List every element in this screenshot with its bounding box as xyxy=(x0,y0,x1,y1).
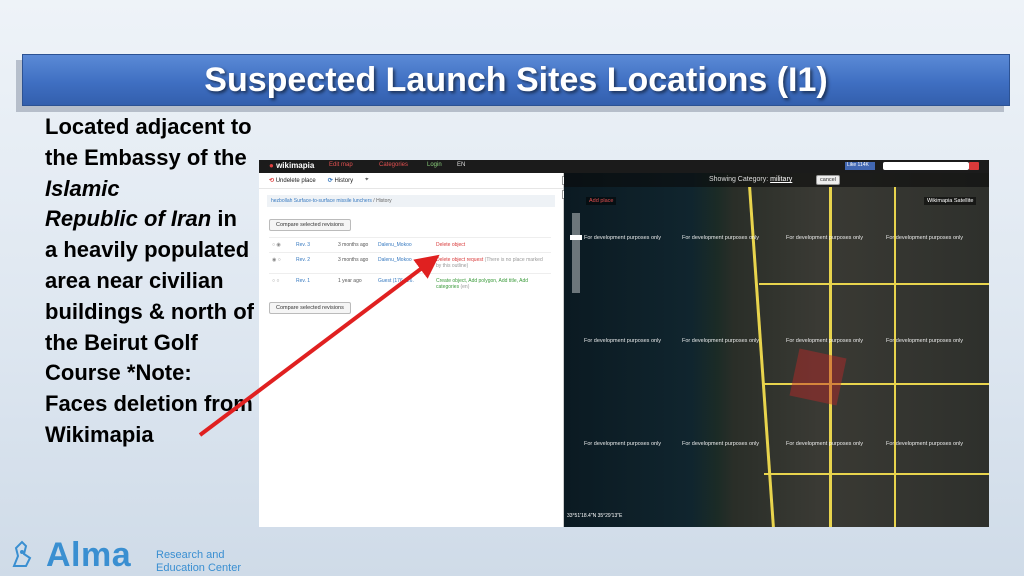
zoom-slider-handle[interactable] xyxy=(570,235,582,240)
revision-user[interactable]: Guest (176.126. xyxy=(375,273,433,294)
revision-action: Delete object xyxy=(436,242,466,248)
alma-logo: Alma Research and Education Center xyxy=(6,536,266,574)
table-row: ◉ ○ Rev. 2 3 months ago Dalenu_Mokoo Del… xyxy=(269,252,551,274)
revision-radio[interactable]: ◉ ○ xyxy=(269,252,293,274)
alma-wordmark: Alma xyxy=(46,536,132,574)
revision-link[interactable]: Rev. 3 xyxy=(293,237,335,253)
wikimapia-logo[interactable]: ● wikimapia xyxy=(269,161,314,170)
menu-edit-map[interactable]: Edit map xyxy=(329,162,353,168)
revision-radio[interactable]: ○ ◉ xyxy=(269,237,293,253)
map-road xyxy=(759,283,989,285)
menu-language[interactable]: EN xyxy=(457,162,465,168)
dev-watermark: For development purposes only xyxy=(886,441,964,447)
dev-watermark: For development purposes only xyxy=(886,338,964,344)
table-row: ○ ◉ Rev. 3 3 months ago Dalenu_Mokoo Del… xyxy=(269,237,551,253)
breadcrumb: hezbollah Surface-to-surface missile lun… xyxy=(267,195,555,207)
alma-map-icon xyxy=(12,540,32,567)
search-input[interactable] xyxy=(883,162,969,170)
undelete-place-link[interactable]: ⟲ Undelete place xyxy=(269,177,316,184)
dev-watermark: For development purposes only xyxy=(584,338,662,344)
revision-age: 3 months ago xyxy=(335,237,375,253)
cancel-category-button[interactable]: cancel xyxy=(816,175,840,185)
revision-link[interactable]: Rev. 1 xyxy=(293,273,335,294)
description-part-a: Located adjacent to the Embassy of the xyxy=(45,114,252,170)
add-place-button[interactable]: Add place xyxy=(586,197,617,205)
menu-categories[interactable]: Categories xyxy=(379,162,408,168)
menu-login[interactable]: Login xyxy=(427,162,442,168)
revision-age: 3 months ago xyxy=(335,252,375,274)
dev-watermark: For development purposes only xyxy=(786,338,864,344)
history-panel-header: ⟲ Undelete place ⟳ History ⌖ xyxy=(259,173,563,189)
map-coordinates: 33°51'18.4"N 35°29'13"E xyxy=(567,513,623,519)
alma-subtitle: Research and Education Center xyxy=(156,549,241,574)
dev-watermark: For development purposes only xyxy=(682,441,760,447)
dev-watermark: For development purposes only xyxy=(786,441,864,447)
category-filter-text: Showing Category: military xyxy=(709,176,793,183)
revision-action: Create object, Add polygon, Add title, A… xyxy=(436,278,529,290)
revision-radio[interactable]: ○ ○ xyxy=(269,273,293,294)
slide-description: Located adjacent to the Embassy of the I… xyxy=(45,112,255,451)
description-italic-1: Islamic xyxy=(45,175,120,201)
dev-watermark: For development purposes only xyxy=(682,235,760,241)
wikimapia-screenshot: ● wikimapia Edit map Categories Login EN… xyxy=(259,160,989,527)
facebook-like-button[interactable]: Like 114K xyxy=(845,162,875,170)
compare-revisions-button-bottom[interactable]: Compare selected revisions xyxy=(269,302,351,314)
description-italic-2: Republic of Iran xyxy=(45,206,212,232)
history-panel: ⟲ Undelete place ⟳ History ⌖ hezbollah S… xyxy=(259,173,564,527)
compare-revisions-button-top[interactable]: Compare selected revisions xyxy=(269,219,351,231)
location-pin-icon[interactable]: ⌖ xyxy=(365,177,368,184)
map-layer-selector[interactable]: Wikimapia Satellite xyxy=(924,197,977,205)
dev-watermark: For development purposes only xyxy=(682,338,760,344)
search-button[interactable] xyxy=(969,162,979,170)
revisions-table: ○ ◉ Rev. 3 3 months ago Dalenu_Mokoo Del… xyxy=(269,237,551,294)
satellite-map[interactable]: Showing Category: military cancel Add pl… xyxy=(564,173,989,527)
highlighted-polygon[interactable] xyxy=(789,348,847,406)
wikimapia-topbar: ● wikimapia Edit map Categories Login EN… xyxy=(259,160,989,173)
dev-watermark: For development purposes only xyxy=(786,235,864,241)
table-row: ○ ○ Rev. 1 1 year ago Guest (176.126. Cr… xyxy=(269,273,551,294)
history-link[interactable]: ⟳ History xyxy=(328,177,353,184)
dev-watermark: For development purposes only xyxy=(886,235,964,241)
revision-age: 1 year ago xyxy=(335,273,375,294)
revision-link[interactable]: Rev. 2 xyxy=(293,252,335,274)
description-part-b: in a heavily populated area near civilia… xyxy=(45,206,254,447)
revision-user[interactable]: Dalenu_Mokoo xyxy=(375,252,433,274)
map-category-bar: Showing Category: military cancel xyxy=(564,173,989,187)
breadcrumb-link[interactable]: hezbollah Surface-to-surface missile lun… xyxy=(271,198,372,204)
slide-title: Suspected Launch Sites Locations (I1) xyxy=(204,60,828,99)
revision-note: (en) xyxy=(460,284,470,290)
zoom-slider[interactable] xyxy=(572,213,580,293)
map-road xyxy=(764,473,989,475)
breadcrumb-current: History xyxy=(376,198,392,204)
dev-watermark: For development purposes only xyxy=(584,441,662,447)
slide-title-bar: Suspected Launch Sites Locations (I1) xyxy=(22,54,1010,106)
revision-user[interactable]: Dalenu_Mokoo xyxy=(375,237,433,253)
dev-watermark: For development purposes only xyxy=(584,235,662,241)
